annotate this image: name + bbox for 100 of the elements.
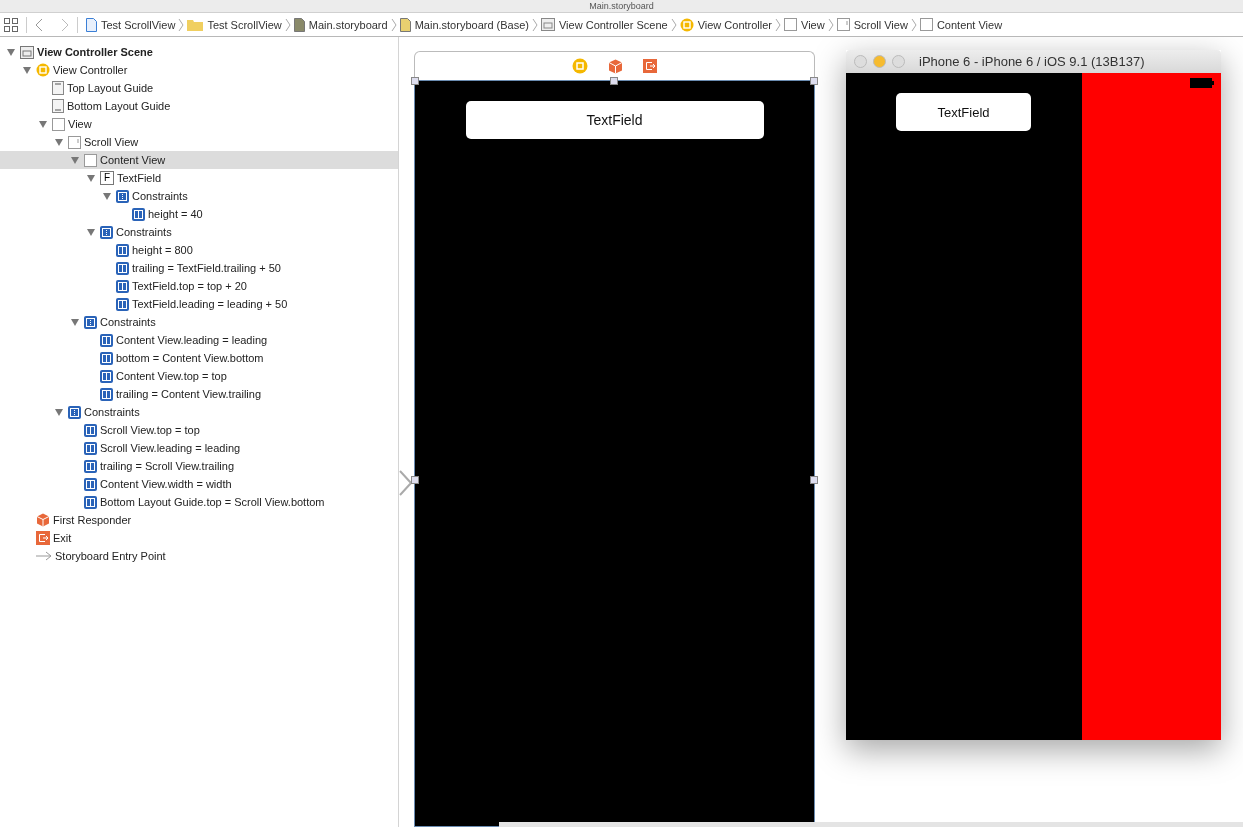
scene-icon	[541, 18, 555, 31]
constraint-icon	[116, 297, 129, 311]
resize-handle[interactable]	[411, 476, 419, 485]
scene-icon	[20, 45, 34, 59]
breadcrumb-item[interactable]: View Controller	[679, 17, 772, 32]
file-icon	[399, 17, 411, 32]
constraint-icon	[100, 369, 113, 383]
view-icon	[52, 117, 65, 131]
layout-guide-icon	[52, 81, 64, 95]
outline-row[interactable]: View Controller Scene	[0, 43, 398, 61]
outline-row[interactable]: Scroll View	[0, 133, 398, 151]
constraint-icon	[100, 387, 113, 401]
outline-row[interactable]: TextField.top = top + 20	[0, 277, 398, 295]
constraint-icon	[84, 495, 97, 509]
window-title: iPhone 6 - iPhone 6 / iOS 9.1 (13B137)	[919, 54, 1145, 69]
outline-row[interactable]: height = 40	[0, 205, 398, 223]
constraint-icon	[100, 333, 113, 347]
outline-row[interactable]: Constraints	[0, 223, 398, 241]
constraint-icon	[84, 459, 97, 473]
constraint-icon	[116, 279, 129, 293]
arrow-icon	[36, 551, 52, 561]
chevron-icon	[775, 17, 781, 32]
breadcrumb-item[interactable]: Main.storyboard	[293, 17, 388, 32]
outline-row[interactable]: Scroll View.top = top	[0, 421, 398, 439]
file-icon	[293, 17, 305, 32]
view-icon	[68, 135, 81, 149]
outline-row[interactable]: Bottom Layout Guide.top = Scroll View.bottom	[0, 493, 398, 511]
outline-row[interactable]: trailing = Scroll View.trailing	[0, 457, 398, 475]
breadcrumb-item[interactable]: Test ScrollView	[86, 17, 176, 32]
constraints-icon	[116, 189, 129, 203]
view-icon	[84, 153, 97, 167]
outline-row[interactable]: View Controller	[0, 61, 398, 79]
constraint-icon	[116, 261, 129, 275]
cube-icon	[36, 513, 50, 527]
window-title: Main.storyboard	[589, 1, 654, 12]
constraint-icon	[84, 477, 97, 491]
text-field-icon: F	[100, 171, 114, 185]
constraints-icon	[68, 405, 81, 419]
breadcrumb-item[interactable]: View	[784, 18, 825, 31]
breadcrumb-item[interactable]: Scroll View	[836, 18, 908, 31]
constraint-icon	[84, 441, 97, 455]
view-controller-icon	[679, 17, 694, 32]
disclosure-triangle-icon[interactable]	[54, 407, 64, 417]
outline-row[interactable]: Content View.width = width	[0, 475, 398, 493]
outline-row[interactable]: Constraints	[0, 187, 398, 205]
outline-row[interactable]: Storyboard Entry Point	[0, 547, 398, 565]
view-icon	[919, 18, 933, 31]
layout-guide-icon	[52, 99, 64, 113]
chevron-icon	[670, 17, 677, 32]
outline-row[interactable]: Top Layout Guide	[0, 79, 398, 97]
chevron-icon	[390, 17, 397, 32]
outline-row[interactable]: Exit	[0, 529, 398, 547]
back-icon[interactable]	[35, 17, 43, 32]
chevron-icon	[284, 17, 291, 32]
grid-icon[interactable]	[4, 17, 18, 32]
view-icon	[784, 18, 797, 31]
resize-handle[interactable]	[810, 476, 818, 485]
breadcrumb-item[interactable]: Content View	[919, 18, 1003, 31]
outline-row[interactable]: Scroll View.leading = leading	[0, 439, 398, 457]
outline-row[interactable]: Constraints	[0, 313, 398, 331]
disclosure-triangle-icon[interactable]	[86, 227, 96, 237]
text-field[interactable]: TextField	[465, 101, 764, 140]
chevron-icon	[532, 17, 538, 32]
constraints-icon	[100, 225, 113, 239]
outline-row[interactable]: height = 800	[0, 241, 398, 259]
outline-row[interactable]: Bottom Layout Guide	[0, 97, 398, 115]
breadcrumb-item[interactable]: View Controller Scene	[541, 18, 668, 31]
chevron-icon	[178, 17, 185, 32]
constraint-icon	[132, 207, 145, 221]
resize-handle[interactable]	[810, 77, 818, 86]
view-controller-icon	[36, 63, 50, 77]
disclosure-triangle-icon[interactable]	[70, 317, 80, 327]
constraints-icon	[84, 315, 97, 329]
outline-row[interactable]: F TextField	[0, 169, 398, 187]
outline-row[interactable]: bottom = Content View.bottom	[0, 349, 398, 367]
chevron-icon	[910, 17, 917, 32]
view-icon	[836, 18, 850, 31]
folder-icon	[187, 18, 204, 31]
breadcrumb-item[interactable]: Main.storyboard (Base)	[399, 17, 529, 32]
outline-row[interactable]: trailing = TextField.trailing + 50	[0, 259, 398, 277]
exit-icon[interactable]	[643, 59, 657, 74]
constraint-icon	[84, 423, 97, 437]
resize-handle[interactable]	[411, 77, 419, 86]
outline-row[interactable]: Content View	[0, 151, 398, 169]
outline-row[interactable]: TextField.leading = leading + 50	[0, 295, 398, 313]
outline-row[interactable]: Content View.top = top	[0, 367, 398, 385]
outline-row[interactable]: First Responder	[0, 511, 398, 529]
constraint-icon	[116, 243, 129, 257]
outline-row[interactable]: trailing = Content View.trailing	[0, 385, 398, 403]
resize-handle[interactable]	[610, 77, 618, 86]
constraint-icon	[100, 351, 113, 365]
outline-row[interactable]: Constraints	[0, 403, 398, 421]
chevron-icon	[827, 17, 834, 32]
outline-row[interactable]: View	[0, 115, 398, 133]
outline-row[interactable]: Content View.leading = leading	[0, 331, 398, 349]
file-icon	[86, 17, 97, 32]
breadcrumb-item[interactable]: Test ScrollView	[187, 18, 282, 31]
text-field[interactable]: TextField	[896, 93, 1031, 131]
scroll-bar[interactable]	[499, 822, 1243, 827]
exit-icon	[36, 531, 50, 545]
